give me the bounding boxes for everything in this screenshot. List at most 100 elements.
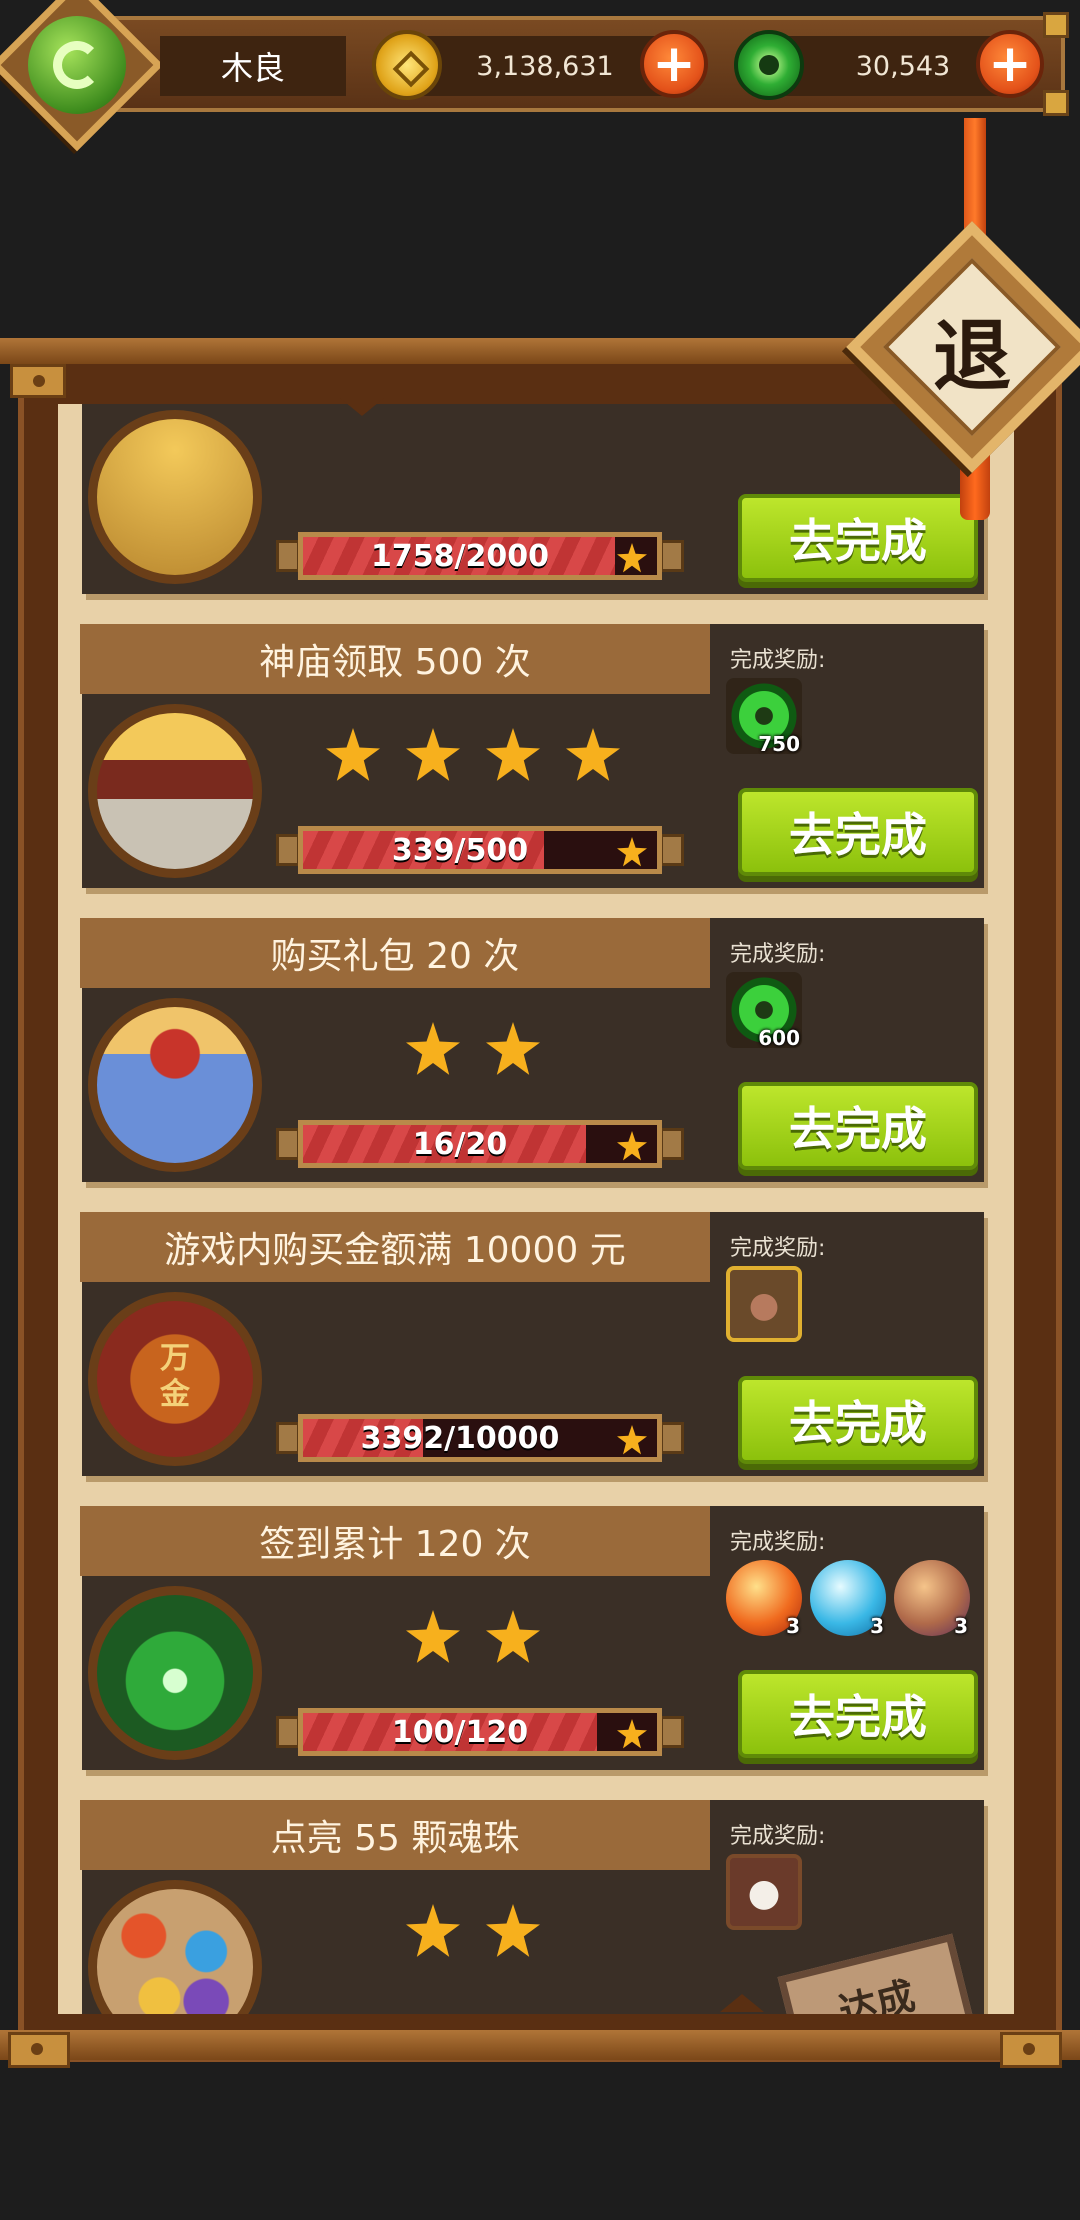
task-card: 签到累计 120 次 100/120 完成奖励: 3 3 3 去完成 — [58, 1506, 1014, 1800]
avatar[interactable] — [28, 16, 126, 114]
progress-bar: 3392/10000 — [276, 1414, 684, 1462]
task-title: 神庙领取 500 次 — [80, 624, 710, 694]
heart-card-icon[interactable] — [726, 1854, 802, 1930]
board-bottom-rail — [0, 2030, 1080, 2060]
bar-cap — [660, 1422, 684, 1454]
task-list-panel[interactable]: 1758/2000 去完成 神庙领取 500 次 339/500 完成奖励: 750… — [58, 404, 1014, 2014]
hud-corner-ornament — [1043, 90, 1069, 116]
reward-list: 750 — [726, 678, 802, 756]
reward-count: 3 — [786, 1614, 800, 1638]
bar-cap — [660, 540, 684, 572]
reward-count: 750 — [758, 732, 800, 756]
task-card: 神庙领取 500 次 339/500 完成奖励: 750 去完成 — [58, 624, 1014, 918]
bar-cap — [276, 1128, 300, 1160]
reward-count: 3 — [870, 1614, 884, 1638]
progress-text: 16/20 — [412, 1126, 508, 1162]
partial-task-icon — [88, 410, 262, 584]
star-icon — [406, 1904, 460, 1957]
star-icon — [406, 728, 460, 781]
star-rating — [308, 1022, 638, 1076]
go-complete-button[interactable]: 去完成 — [738, 788, 978, 876]
reward-label: 完成奖励: — [730, 1236, 826, 1261]
frame-bolt — [1000, 2032, 1062, 2068]
star-icon — [486, 728, 540, 781]
reward-label: 完成奖励: — [730, 648, 826, 673]
reward-list — [726, 1854, 802, 1930]
progress-bar: 1758/2000 — [276, 532, 684, 580]
star-icon — [617, 837, 647, 867]
pig-card-icon[interactable] — [726, 1266, 802, 1342]
star-icon — [486, 1904, 540, 1957]
star-icon — [486, 1022, 540, 1075]
add-jade-button[interactable]: + — [976, 30, 1044, 98]
scroll-icon: 万金 — [88, 1292, 262, 1466]
bar-cap — [276, 1422, 300, 1454]
gift-box-icon — [88, 998, 262, 1172]
reward-label: 完成奖励: — [730, 1530, 826, 1555]
progress-text: 3392/10000 — [360, 1420, 560, 1456]
temple-icon — [88, 704, 262, 878]
task-title: 签到累计 120 次 — [80, 1506, 710, 1576]
fire-orb-icon[interactable]: 3 — [726, 1560, 802, 1638]
reward-label: 完成奖励: — [730, 1824, 826, 1849]
frame-bolt — [10, 364, 66, 398]
progress-bar: 16/20 — [276, 1120, 684, 1168]
star-icon — [486, 1610, 540, 1663]
task-card: 点亮 55 颗魂珠 完成奖励: 达成 — [58, 1800, 1014, 2014]
star-icon — [617, 543, 647, 573]
go-complete-button[interactable]: 去完成 — [738, 1670, 978, 1758]
bar-cap — [660, 1128, 684, 1160]
progress-text: 1758/2000 — [371, 538, 549, 574]
player-name: 木良 — [160, 36, 346, 96]
task-list[interactable]: 1758/2000 去完成 神庙领取 500 次 339/500 完成奖励: 750… — [58, 404, 1014, 2014]
earth-orb-icon[interactable]: 3 — [894, 1560, 970, 1638]
bar-cap — [660, 834, 684, 866]
progress-text: 339/500 — [391, 832, 529, 868]
star-rating — [308, 1610, 638, 1664]
go-complete-button[interactable]: 去完成 — [738, 494, 978, 582]
task-card: 1758/2000 去完成 — [58, 404, 1014, 624]
reward-list — [726, 1266, 802, 1342]
jade-icon — [734, 30, 804, 100]
reward-label: 完成奖励: — [730, 942, 826, 967]
star-rating — [308, 728, 638, 782]
star-icon — [406, 1022, 460, 1075]
progress-bar: 100/120 — [276, 1708, 684, 1756]
go-complete-button[interactable]: 去完成 — [738, 1082, 978, 1170]
task-card: 购买礼包 20 次 16/20 完成奖励: 600 去完成 — [58, 918, 1014, 1212]
bar-cap — [660, 1716, 684, 1748]
progress-text: 100/120 — [391, 1714, 529, 1750]
go-complete-button[interactable]: 去完成 — [738, 1376, 978, 1464]
reward-count: 600 — [758, 1026, 800, 1050]
bar-cap — [276, 1716, 300, 1748]
frame-bolt — [8, 2032, 70, 2068]
reward-count: 3 — [954, 1614, 968, 1638]
gold-coin-icon — [372, 30, 442, 100]
panel-notch — [720, 1994, 764, 2012]
water-orb-icon[interactable]: 3 — [810, 1560, 886, 1638]
star-icon — [617, 1425, 647, 1455]
bar-cap — [276, 834, 300, 866]
jade-icon[interactable]: 750 — [726, 678, 802, 756]
star-icon — [617, 1719, 647, 1749]
task-title: 游戏内购买金额满 10000 元 — [80, 1212, 710, 1282]
task-title: 点亮 55 颗魂珠 — [80, 1800, 710, 1870]
scroll-text: 万金 — [160, 1341, 190, 1412]
panel-notch — [340, 398, 384, 416]
star-icon — [617, 1131, 647, 1161]
star-icon — [326, 728, 380, 781]
reward-list: 3 3 3 — [726, 1560, 970, 1638]
star-icon — [566, 728, 620, 781]
gold-amount: 3,138,631 — [420, 36, 670, 96]
add-gold-button[interactable]: + — [640, 30, 708, 98]
shrine-icon — [88, 1586, 262, 1760]
dragon-emblem-icon — [53, 41, 101, 89]
task-title: 购买礼包 20 次 — [80, 918, 710, 988]
reward-list: 600 — [726, 972, 802, 1050]
progress-bar: 339/500 — [276, 826, 684, 874]
star-rating — [308, 1904, 638, 1958]
bar-cap — [276, 540, 300, 572]
jade-icon[interactable]: 600 — [726, 972, 802, 1050]
star-icon — [406, 1610, 460, 1663]
exit-label[interactable]: 退 — [902, 290, 1042, 410]
